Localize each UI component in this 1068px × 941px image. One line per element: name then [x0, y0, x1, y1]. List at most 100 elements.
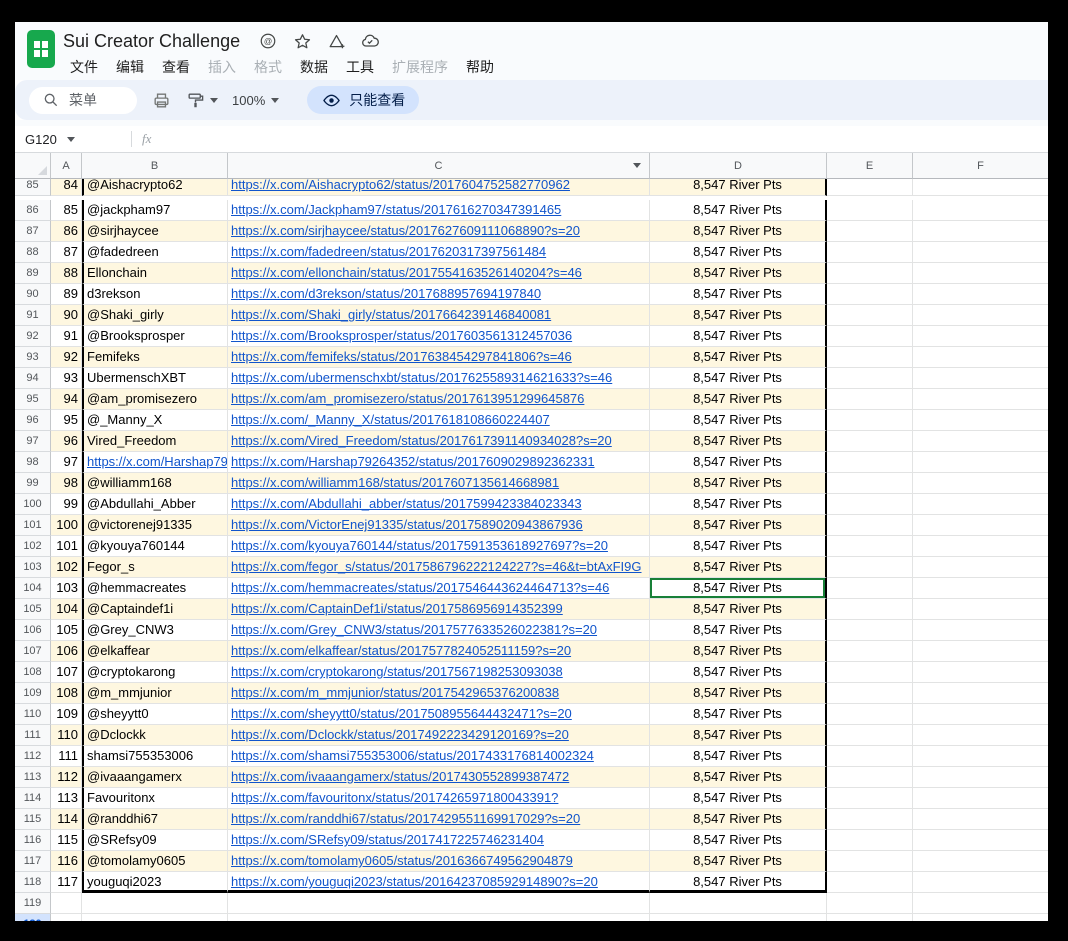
- cell-e[interactable]: [827, 830, 913, 851]
- cell-b[interactable]: [82, 893, 228, 914]
- document-title[interactable]: Sui Creator Challenge: [63, 31, 240, 52]
- cell-b[interactable]: youguqi2023: [82, 872, 228, 893]
- cell-c[interactable]: https://x.com/am_promisezero/status/2017…: [228, 389, 650, 410]
- cell-a[interactable]: 114: [51, 809, 82, 830]
- cell-a[interactable]: 84: [51, 179, 82, 196]
- cell-c[interactable]: https://x.com/Grey_CNW3/status/201757763…: [228, 620, 650, 641]
- cell-a[interactable]: [51, 914, 82, 921]
- cell-d[interactable]: 8,547 River Pts: [650, 368, 827, 389]
- menu-item[interactable]: 工具: [339, 55, 381, 79]
- cell-b[interactable]: Fegor_s: [82, 557, 228, 578]
- cell-a[interactable]: 112: [51, 767, 82, 788]
- cell-a[interactable]: 106: [51, 641, 82, 662]
- cell-c[interactable]: https://x.com/shamsi755353006/status/201…: [228, 746, 650, 767]
- cell-b[interactable]: @fadedreen: [82, 242, 228, 263]
- cell-b[interactable]: @am_promisezero: [82, 389, 228, 410]
- cell-d[interactable]: [650, 914, 827, 921]
- menu-search-input[interactable]: 菜单: [29, 86, 137, 114]
- cell-e[interactable]: [827, 557, 913, 578]
- cell-c[interactable]: https://x.com/ubermenschxbt/status/20176…: [228, 368, 650, 389]
- cell-e[interactable]: [827, 494, 913, 515]
- row-header[interactable]: 105: [15, 599, 51, 620]
- cell-e[interactable]: [827, 599, 913, 620]
- cell-a[interactable]: 90: [51, 305, 82, 326]
- cell-a[interactable]: 96: [51, 431, 82, 452]
- cell-c[interactable]: https://x.com/Jackpham97/status/20176162…: [228, 200, 650, 221]
- cell-b[interactable]: shamsi755353006: [82, 746, 228, 767]
- cell-f[interactable]: [913, 893, 1048, 914]
- cell-f[interactable]: [913, 305, 1048, 326]
- cell-b[interactable]: @SRefsy09: [82, 830, 228, 851]
- cell-a[interactable]: 105: [51, 620, 82, 641]
- cell-e[interactable]: [827, 179, 913, 196]
- cell-f[interactable]: [913, 284, 1048, 305]
- cell-c[interactable]: https://x.com/d3rekson/status/2017688957…: [228, 284, 650, 305]
- row-header[interactable]: 119: [15, 893, 51, 914]
- cell-e[interactable]: [827, 452, 913, 473]
- column-header-b[interactable]: B: [82, 153, 228, 179]
- cell-f[interactable]: [913, 200, 1048, 221]
- cell-c[interactable]: https://x.com/fadedreen/status/201762031…: [228, 242, 650, 263]
- cell-f[interactable]: [913, 578, 1048, 599]
- row-header[interactable]: 112: [15, 746, 51, 767]
- cell-f[interactable]: [913, 914, 1048, 921]
- cell-d[interactable]: 8,547 River Pts: [650, 473, 827, 494]
- menu-item[interactable]: 文件: [63, 55, 105, 79]
- cell-c[interactable]: https://x.com/kyouya760144/status/201759…: [228, 536, 650, 557]
- cell-e[interactable]: [827, 242, 913, 263]
- cell-f[interactable]: [913, 389, 1048, 410]
- cell-c[interactable]: https://x.com/tomolamy0605/status/201636…: [228, 851, 650, 872]
- row-header[interactable]: 107: [15, 641, 51, 662]
- cell-a[interactable]: 98: [51, 473, 82, 494]
- row-header[interactable]: 88: [15, 242, 51, 263]
- cell-c[interactable]: https://x.com/youguqi2023/status/2016423…: [228, 872, 650, 893]
- cell-d[interactable]: 8,547 River Pts: [650, 641, 827, 662]
- cell-a[interactable]: 97: [51, 452, 82, 473]
- cell-d[interactable]: 8,547 River Pts: [650, 683, 827, 704]
- row-header[interactable]: 98: [15, 452, 51, 473]
- cell-f[interactable]: [913, 515, 1048, 536]
- cell-d[interactable]: 8,547 River Pts: [650, 557, 827, 578]
- cell-e[interactable]: [827, 872, 913, 893]
- cell-a[interactable]: 117: [51, 872, 82, 893]
- cell-e[interactable]: [827, 704, 913, 725]
- cell-e[interactable]: [827, 410, 913, 431]
- print-icon[interactable]: [151, 90, 171, 110]
- cell-b[interactable]: @Aishacrypto62: [82, 179, 228, 196]
- cell-e[interactable]: [827, 767, 913, 788]
- column-header-e[interactable]: E: [827, 153, 913, 179]
- cell-d[interactable]: 8,547 River Pts: [650, 746, 827, 767]
- cell-e[interactable]: [827, 620, 913, 641]
- cell-d[interactable]: 8,547 River Pts: [650, 767, 827, 788]
- row-header[interactable]: 101: [15, 515, 51, 536]
- cell-c[interactable]: https://x.com/sirjhaycee/status/20176276…: [228, 221, 650, 242]
- cell-b[interactable]: UbermenschXBT: [82, 368, 228, 389]
- row-header[interactable]: 94: [15, 368, 51, 389]
- cell-a[interactable]: 103: [51, 578, 82, 599]
- cell-f[interactable]: [913, 179, 1048, 196]
- cell-c[interactable]: https://x.com/VictorEnej91335/status/201…: [228, 515, 650, 536]
- cell-b[interactable]: @tomolamy0605: [82, 851, 228, 872]
- cell-e[interactable]: [827, 851, 913, 872]
- row-header[interactable]: 104: [15, 578, 51, 599]
- cell-f[interactable]: [913, 725, 1048, 746]
- cell-e[interactable]: [827, 326, 913, 347]
- cell-b[interactable]: @hemmacreates: [82, 578, 228, 599]
- row-header[interactable]: 117: [15, 851, 51, 872]
- cell-c[interactable]: https://x.com/ellonchain/status/20175541…: [228, 263, 650, 284]
- cell-d[interactable]: 8,547 River Pts: [650, 221, 827, 242]
- cell-b[interactable]: @williamm168: [82, 473, 228, 494]
- row-header[interactable]: 89: [15, 263, 51, 284]
- cell-b[interactable]: @elkaffear: [82, 641, 228, 662]
- cell-a[interactable]: 91: [51, 326, 82, 347]
- cell-b[interactable]: @sheyytt0: [82, 704, 228, 725]
- row-header[interactable]: 110: [15, 704, 51, 725]
- cell-d[interactable]: 8,547 River Pts: [650, 536, 827, 557]
- row-header[interactable]: 92: [15, 326, 51, 347]
- cell-c[interactable]: https://x.com/Vired_Freedom/status/20176…: [228, 431, 650, 452]
- cell-d[interactable]: 8,547 River Pts: [650, 179, 827, 196]
- cell-a[interactable]: 102: [51, 557, 82, 578]
- cell-d[interactable]: 8,547 River Pts: [650, 263, 827, 284]
- cell-f[interactable]: [913, 536, 1048, 557]
- cell-e[interactable]: [827, 347, 913, 368]
